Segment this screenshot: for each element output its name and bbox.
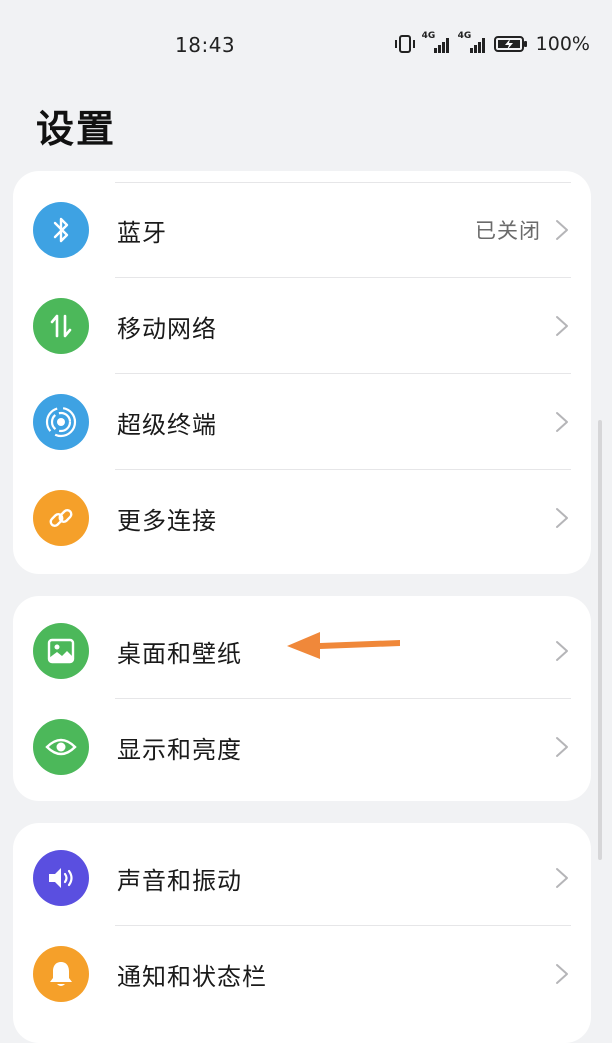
settings-item-sound-vibration[interactable]: 声音和振动 <box>13 830 591 926</box>
bell-icon <box>33 946 89 1002</box>
signal-icon-sim1: 4G <box>422 31 452 54</box>
settings-item-bluetooth[interactable]: 蓝牙 已关闭 <box>13 182 591 278</box>
chevron-right-icon <box>556 412 568 432</box>
system-icons: 4G 4G 100% <box>394 31 590 55</box>
settings-item-label: 显示和亮度 <box>117 735 242 764</box>
settings-item-label: 移动网络 <box>117 314 217 343</box>
chevron-right-icon <box>556 964 568 984</box>
bluetooth-icon <box>33 202 89 258</box>
settings-group-display: 桌面和壁纸 显示和亮度 <box>13 596 591 801</box>
settings-item-more-connections[interactable]: 更多连接 <box>13 470 591 566</box>
status-bar: 18:43 4G 4G 100% <box>0 0 612 90</box>
settings-item-label: 超级终端 <box>117 410 217 439</box>
status-time: 18:43 <box>175 33 236 57</box>
chevron-right-icon <box>556 868 568 888</box>
super-device-icon <box>33 394 89 450</box>
settings-group-connectivity: 蓝牙 已关闭 移动网络 超级终端 更多连接 <box>13 171 591 574</box>
chevron-right-icon <box>556 508 568 528</box>
wallpaper-icon <box>33 623 89 679</box>
scrollbar[interactable] <box>598 420 602 860</box>
vibrate-icon <box>394 34 416 54</box>
settings-item-label: 蓝牙 <box>117 218 167 247</box>
speaker-icon <box>33 850 89 906</box>
settings-item-mobile-network[interactable]: 移动网络 <box>13 278 591 374</box>
annotation-arrow-icon <box>287 632 400 659</box>
settings-item-label: 桌面和壁纸 <box>117 639 242 668</box>
link-icon <box>33 490 89 546</box>
bluetooth-status: 已关闭 <box>475 219 541 243</box>
page-title: 设置 <box>36 107 117 151</box>
chevron-right-icon <box>556 641 568 661</box>
settings-item-display-brightness[interactable]: 显示和亮度 <box>13 699 591 795</box>
eye-icon <box>33 719 89 775</box>
battery-icon <box>493 35 528 53</box>
settings-item-label: 通知和状态栏 <box>117 962 267 991</box>
settings-item-super-device[interactable]: 超级终端 <box>13 374 591 470</box>
signal-icon-sim2: 4G <box>458 31 488 54</box>
settings-item-label: 声音和振动 <box>117 866 242 895</box>
settings-group-sound-notification: 声音和振动 通知和状态栏 <box>13 823 591 1043</box>
chevron-right-icon <box>556 220 568 240</box>
settings-item-label: 更多连接 <box>117 506 217 535</box>
mobile-data-icon <box>33 298 89 354</box>
battery-percentage: 100% <box>535 33 590 55</box>
chevron-right-icon <box>556 316 568 336</box>
chevron-right-icon <box>556 737 568 757</box>
